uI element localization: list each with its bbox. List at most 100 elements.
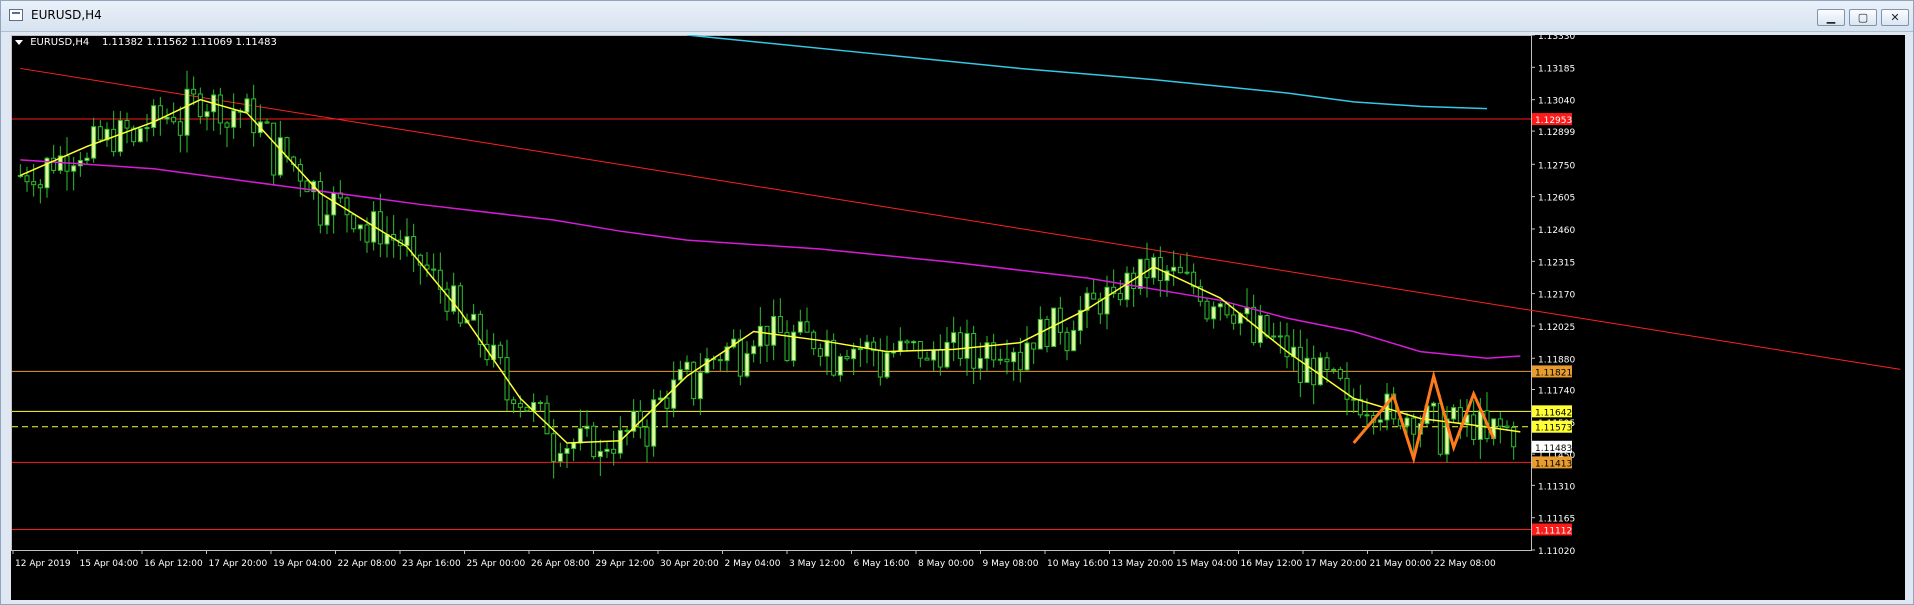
candle-body xyxy=(344,197,350,216)
candle-body xyxy=(71,165,77,172)
maximize-icon: ▢ xyxy=(1857,11,1869,24)
candle-body xyxy=(537,402,543,405)
candle-body xyxy=(317,181,323,226)
candle-body xyxy=(1404,417,1410,427)
candle-body xyxy=(1011,351,1017,363)
medium-moving-average-line xyxy=(20,159,1521,360)
candle-body xyxy=(404,236,410,247)
candle-body xyxy=(351,214,357,230)
candle-body xyxy=(584,425,590,430)
title-bar[interactable]: EURUSD,H4 ▁ ▢ ✕ xyxy=(1,1,1913,32)
candle-body xyxy=(704,358,710,374)
candle-body xyxy=(1071,329,1077,352)
y-tick-label: 1.12899 xyxy=(1538,128,1575,138)
candle-body xyxy=(171,116,177,123)
close-icon: ✕ xyxy=(1890,11,1900,24)
candle-body xyxy=(157,105,163,120)
slow-moving-average-line xyxy=(686,35,1488,110)
candle-body xyxy=(557,452,563,462)
candle-body xyxy=(691,361,697,400)
candle-body xyxy=(764,325,770,346)
candle-body xyxy=(184,88,190,136)
candle-body xyxy=(1304,357,1310,383)
candle-body xyxy=(657,397,663,401)
close-button[interactable]: ✕ xyxy=(1881,9,1909,26)
candle-body xyxy=(197,93,203,118)
candle-body xyxy=(1504,425,1510,428)
chart-canvas[interactable]: 1.13330 1.13185 1.13040 1.12899 1.12750 1.126… xyxy=(11,35,1905,600)
candle-body xyxy=(377,211,383,245)
y-tick-label: 1.13040 xyxy=(1538,97,1575,107)
candle-body xyxy=(1204,300,1210,320)
y-tick-label: 1.12460 xyxy=(1538,226,1575,236)
y-tick-label: 1.12605 xyxy=(1538,194,1575,204)
x-tick-label: 16 Apr 12:00 xyxy=(144,559,203,569)
chart-window-icon xyxy=(9,9,23,21)
plot-border xyxy=(11,35,1532,551)
candle-body xyxy=(151,105,157,129)
price-chart[interactable]: 1.13330 1.13185 1.13040 1.12899 1.12750 1.126… xyxy=(11,35,1905,600)
candle-body xyxy=(1411,417,1417,435)
candle-body xyxy=(264,121,270,124)
candle-body xyxy=(971,333,977,369)
candle-body xyxy=(831,339,837,376)
candle-body xyxy=(1264,315,1270,337)
x-tick-label: 29 Apr 12:00 xyxy=(596,559,655,569)
price-label-text: 1.11821 xyxy=(1535,368,1572,378)
x-tick-label: 9 May 08:00 xyxy=(983,559,1039,569)
candle-body xyxy=(91,126,97,159)
y-tick-label: 1.13185 xyxy=(1538,64,1575,74)
candle-body xyxy=(84,157,90,161)
y-tick-label: 1.12315 xyxy=(1538,258,1575,268)
candle-body xyxy=(1431,402,1437,407)
price-label-text: 1.11413 xyxy=(1535,459,1572,469)
candle-body xyxy=(844,355,850,360)
price-label-text: 1.11112 xyxy=(1535,526,1572,536)
y-tick-label: 1.11880 xyxy=(1538,355,1575,365)
candle-body xyxy=(931,349,937,361)
candle-body xyxy=(111,128,117,153)
candle-body xyxy=(737,338,743,377)
candle-body xyxy=(697,372,703,400)
candle-body xyxy=(1337,368,1343,379)
candle-body xyxy=(1284,335,1290,358)
x-tick-label: 6 May 16:00 xyxy=(854,559,910,569)
price-label-text: 1.12953 xyxy=(1535,116,1572,126)
candle-body xyxy=(451,285,457,312)
candle-body xyxy=(777,316,783,334)
x-tick-label: 10 May 16:00 xyxy=(1047,559,1109,569)
x-tick-label: 21 May 00:00 xyxy=(1370,559,1432,569)
candle-body xyxy=(644,426,650,447)
candle-body xyxy=(1004,358,1010,363)
candle-body xyxy=(677,369,683,381)
dropdown-arrow-icon[interactable] xyxy=(15,39,23,45)
candle-body xyxy=(771,316,777,346)
candle-body xyxy=(137,128,143,143)
minimize-button[interactable]: ▁ xyxy=(1817,9,1845,26)
candle-body xyxy=(324,214,330,226)
maximize-button[interactable]: ▢ xyxy=(1849,9,1877,26)
x-tick-label: 2 May 04:00 xyxy=(725,559,781,569)
candle-body xyxy=(1017,351,1023,371)
candle-body xyxy=(571,442,577,450)
candle-body xyxy=(124,120,130,129)
symbol-timeframe: EURUSD,H4 xyxy=(30,37,90,48)
candles-group xyxy=(17,70,1517,479)
candle-body xyxy=(951,332,957,343)
x-tick-label: 15 May 04:00 xyxy=(1176,559,1238,569)
fast-moving-average-line xyxy=(20,98,1521,444)
candle-body xyxy=(884,352,890,378)
candle-body xyxy=(457,285,463,324)
candle-body xyxy=(1457,407,1463,424)
candle-body xyxy=(191,88,197,95)
candle-body xyxy=(244,98,250,113)
candle-body xyxy=(944,341,950,368)
candle-body xyxy=(1437,402,1443,455)
y-tick-label: 1.11310 xyxy=(1538,482,1575,492)
candle-body xyxy=(1144,258,1150,279)
candle-body xyxy=(757,325,763,347)
x-tick-label: 13 May 20:00 xyxy=(1112,559,1174,569)
y-tick-label: 1.11165 xyxy=(1538,515,1575,525)
x-tick-label: 19 Apr 04:00 xyxy=(273,559,332,569)
candle-body xyxy=(511,399,517,405)
